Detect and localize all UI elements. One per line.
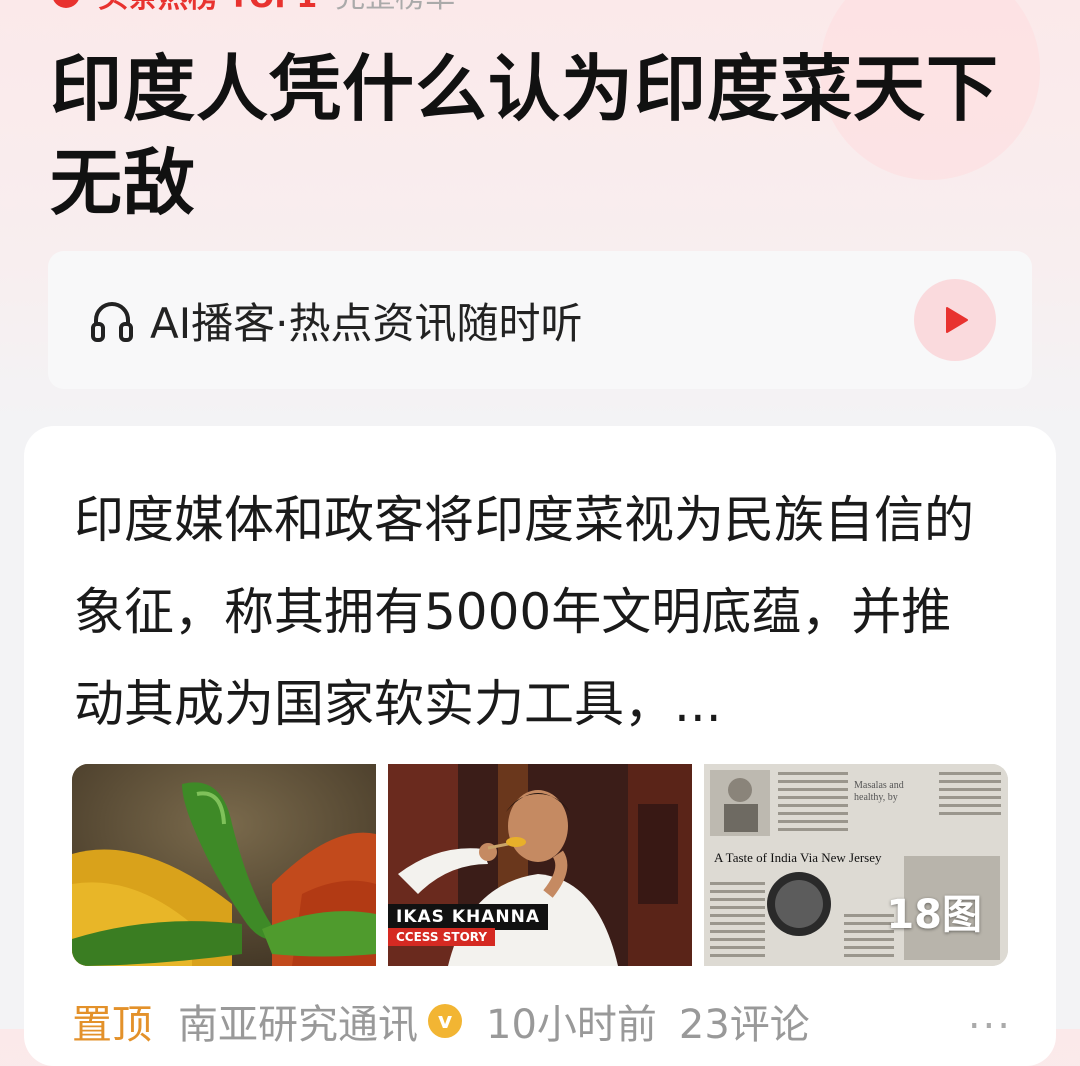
newspaper-image[interactable]: Masalas and healthy, by A Taste of India… (704, 764, 1008, 966)
image-gallery[interactable]: IKAS KHANNA CCESS STORY Masalas and heal… (72, 764, 1008, 966)
svg-text:healthy, by: healthy, by (854, 792, 898, 803)
spices-image[interactable] (72, 764, 376, 966)
headphones-icon (91, 302, 133, 342)
article-card[interactable]: 印度媒体和政客将印度菜视为民族自信的象征，称其拥有5000年文明底蕴，并推动其成… (24, 426, 1056, 1066)
podcast-label: AI播客·热点资讯随时听 (150, 298, 583, 348)
hot-dot-icon (52, 0, 80, 8)
article-summary[interactable]: 印度媒体和政客将印度菜视为民族自信的象征，称其拥有5000年文明底蕴，并推动其成… (74, 474, 994, 750)
full-list-link[interactable]: 完整榜单 (335, 0, 455, 16)
ai-podcast-bar[interactable]: AI播客·热点资讯随时听 (48, 251, 1032, 389)
svg-text:Masalas and: Masalas and (854, 780, 904, 791)
page-title: 印度人凭什么认为印度菜天下无敌 (50, 47, 1000, 225)
chef-name-overlay: IKAS KHANNA (388, 904, 548, 930)
more-options-icon[interactable]: ... (968, 992, 1012, 1038)
verified-badge-icon: v (428, 1004, 462, 1038)
image-count: 18图 (886, 892, 982, 938)
chef-image[interactable]: IKAS KHANNA CCESS STORY (388, 764, 692, 966)
hot-list-label: 头条热榜 TOP1 (98, 0, 317, 16)
success-story-overlay: CCESS STORY (388, 928, 496, 946)
newspaper-headline: A Taste of India Via New Jersey (714, 850, 882, 865)
comment-count[interactable]: 23评论 (679, 992, 810, 1050)
source-name[interactable]: 南亚研究通讯 (178, 992, 418, 1050)
article-meta: 置顶 南亚研究通讯 v 10小时前 23评论 ... (72, 992, 1012, 1050)
hot-list-strip[interactable]: 头条热榜 TOP1 完整榜单 (0, 0, 1080, 15)
publish-time: 10小时前 (486, 1002, 657, 1048)
play-icon (946, 307, 968, 333)
play-button[interactable] (914, 279, 996, 361)
pinned-tag: 置顶 (72, 1002, 152, 1048)
